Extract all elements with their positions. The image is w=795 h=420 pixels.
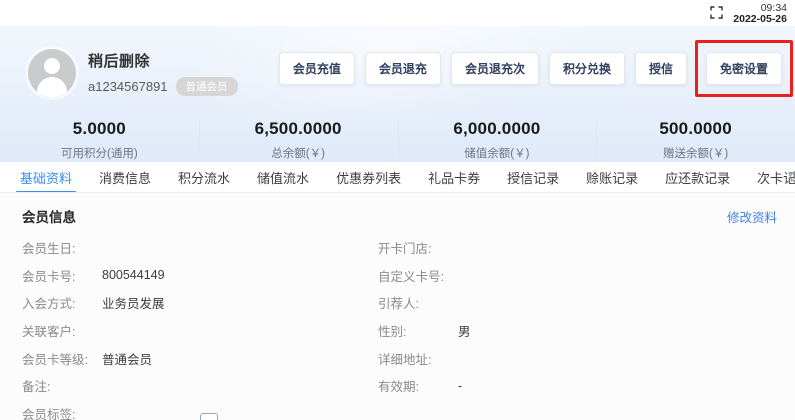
member-level-badge: 普通会员	[176, 77, 238, 96]
field-referrer: 引荐人:	[378, 289, 795, 317]
field-related-customer: 关联客户:	[22, 317, 378, 345]
edit-profile-link[interactable]: 修改资料	[727, 207, 777, 226]
member-identity-row: 稍后删除 a1234567891 普通会员 会员充值 会员退充 会员退充次 积分…	[0, 26, 795, 104]
tab-points-flow[interactable]: 积分流水	[178, 162, 230, 193]
refund-recharge-button[interactable]: 会员退充	[365, 52, 441, 85]
tab-credit-records[interactable]: 授信记录	[507, 162, 559, 193]
current-date: 2022-05-26	[733, 14, 787, 25]
field-label: 详细地址:	[378, 349, 448, 368]
field-label: 会员生日:	[22, 238, 92, 257]
tab-credit-account-records[interactable]: 赊账记录	[586, 162, 638, 193]
field-remarks: 备注:	[22, 372, 378, 400]
field-label: 备注:	[22, 376, 92, 395]
tab-coupon-list[interactable]: 优惠券列表	[336, 162, 401, 193]
field-label: 自定义卡号:	[378, 266, 448, 285]
field-join-method: 入会方式: 业务员发展	[22, 289, 378, 317]
red-highlight-annotation: 免密设置	[695, 40, 793, 97]
info-column-right: 开卡门店: 自定义卡号: 引荐人: 性别: 男 详细地址:	[378, 234, 795, 420]
stat-total-balance: 6,500.0000 总余额(￥)	[199, 119, 398, 162]
stat-value: 5.0000	[0, 119, 199, 139]
tab-consumption-info[interactable]: 消费信息	[99, 162, 151, 193]
field-gender: 性别: 男	[378, 317, 795, 345]
stat-label: 储值余额(￥)	[398, 145, 597, 161]
stat-stored-balance: 6,000.0000 储值余额(￥)	[398, 119, 597, 162]
info-column-left: 会员生日: 会员卡号: 800544149 入会方式: 业务员发展 关联客户: …	[0, 234, 378, 420]
member-name: 稍后删除	[88, 50, 238, 71]
stat-label: 可用积分(通用)	[0, 145, 199, 161]
tab-basic-info[interactable]: 基础资料	[20, 162, 72, 193]
member-header: 稍后删除 a1234567891 普通会员 会员充值 会员退充 会员退充次 积分…	[0, 26, 795, 162]
field-validity-period: 有效期: -	[378, 372, 795, 400]
stat-available-points: 5.0000 可用积分(通用)	[0, 119, 199, 162]
field-birthday: 会员生日:	[22, 234, 378, 262]
field-value: 业务员发展	[102, 293, 165, 312]
avatar	[28, 49, 76, 97]
field-label: 入会方式:	[22, 293, 92, 312]
field-card-level: 会员卡等级: 普通会员	[22, 344, 378, 372]
field-label: 会员卡号:	[22, 266, 92, 285]
action-buttons: 会员充值 会员退充 会员退充次 积分兑换 授信 免密设置	[279, 52, 789, 85]
field-value: 800544149	[102, 268, 165, 282]
field-opening-store: 开卡门店:	[378, 234, 795, 262]
section-header: 会员信息 修改资料	[0, 193, 795, 230]
topbar: 09:34 2022-05-26	[0, 0, 795, 26]
field-label: 关联客户:	[22, 321, 92, 340]
field-card-number: 会员卡号: 800544149	[22, 262, 378, 290]
field-value: 普通会员	[102, 349, 152, 368]
gear-icon[interactable]: ⚙	[788, 168, 795, 186]
member-identity: 稍后删除 a1234567891 普通会员	[88, 50, 238, 96]
member-info-grid: 会员生日: 会员卡号: 800544149 入会方式: 业务员发展 关联客户: …	[0, 234, 795, 420]
stat-gift-balance: 500.0000 赠送余额(￥)	[596, 119, 795, 162]
field-custom-card-number: 自定义卡号:	[378, 262, 795, 290]
tab-stored-value-flow[interactable]: 储值流水	[257, 162, 309, 193]
basic-info-panel: 会员信息 修改资料 会员生日: 会员卡号: 800544149 入会方式: 业务…	[0, 193, 795, 420]
field-label: 引荐人:	[378, 293, 448, 312]
field-label: 会员卡等级:	[22, 349, 92, 368]
field-value: -	[458, 379, 462, 393]
clock: 09:34 2022-05-26	[733, 1, 787, 25]
stat-value: 6,000.0000	[398, 119, 597, 139]
field-label: 开卡门店:	[378, 238, 448, 257]
detail-tabs: 基础资料 消费信息 积分流水 储值流水 优惠券列表 礼品卡券 授信记录 赊账记录…	[0, 162, 795, 193]
add-tag-button-partial[interactable]	[200, 413, 218, 420]
password-free-setting-button[interactable]: 免密设置	[706, 52, 782, 85]
recharge-button[interactable]: 会员充值	[279, 52, 355, 85]
fullscreen-icon[interactable]	[710, 6, 723, 19]
tab-repayment-records[interactable]: 应还款记录	[665, 162, 730, 193]
credit-button[interactable]: 授信	[635, 52, 687, 85]
field-value: 男	[458, 321, 471, 340]
tab-gift-cards[interactable]: 礼品卡券	[428, 162, 480, 193]
field-label: 性别:	[378, 321, 448, 340]
section-title: 会员信息	[22, 206, 76, 226]
field-address: 详细地址:	[378, 344, 795, 372]
stat-label: 总余额(￥)	[199, 145, 398, 161]
stat-label: 赠送余额(￥)	[596, 145, 795, 161]
stat-value: 6,500.0000	[199, 119, 398, 139]
field-label: 有效期:	[378, 376, 448, 395]
balance-stats: 5.0000 可用积分(通用) 6,500.0000 总余额(￥) 6,000.…	[0, 119, 795, 162]
member-account: a1234567891	[88, 79, 168, 94]
member-detail-page: 09:34 2022-05-26 稍后删除 a1234567891 普通会员 会…	[0, 0, 795, 420]
stat-value: 500.0000	[596, 119, 795, 139]
points-exchange-button[interactable]: 积分兑换	[549, 52, 625, 85]
field-label: 会员标签:	[22, 404, 92, 420]
refund-times-button[interactable]: 会员退充次	[451, 52, 539, 85]
